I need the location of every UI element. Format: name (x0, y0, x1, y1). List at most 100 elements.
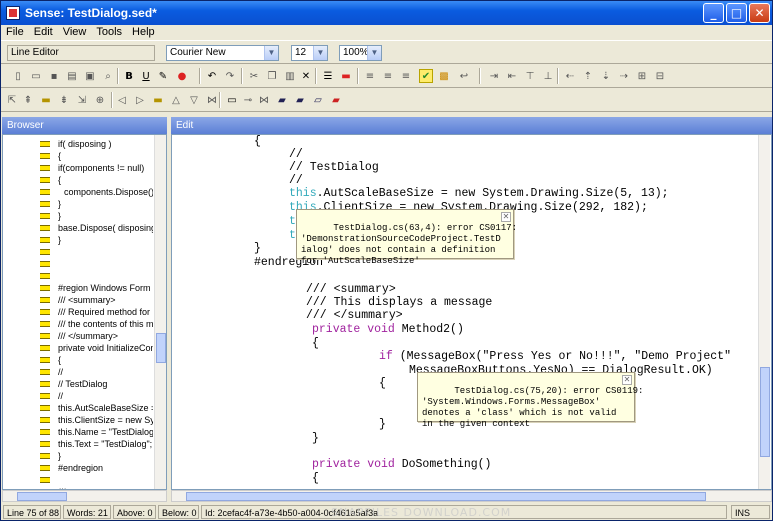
menu-file[interactable]: File (1, 25, 29, 39)
node-left-icon[interactable]: ◁ (115, 93, 129, 107)
font-size-select[interactable]: 12 ▼ (291, 45, 328, 61)
editor-mode-field[interactable]: Line Editor (7, 45, 155, 61)
check-icon[interactable]: ✔ (419, 69, 433, 83)
tree-item[interactable]: } (3, 210, 153, 222)
remove-icon[interactable]: ▰ (329, 93, 343, 107)
node-next-icon[interactable]: ⇟ (57, 93, 71, 107)
tree-item[interactable]: /// <summary> (3, 294, 153, 306)
tree-item[interactable]: this.Text = "TestDialog"; (3, 438, 153, 450)
close-icon[interactable]: ✕ (501, 212, 511, 222)
tree-item[interactable]: } (3, 450, 153, 462)
list-icon[interactable]: ☰ (321, 69, 335, 83)
title-bar[interactable]: Sense: TestDialog.sed* _ □ ✕ (1, 1, 772, 25)
new-file-icon[interactable]: ▯ (11, 69, 25, 83)
find-icon[interactable]: ⌕ (101, 69, 115, 83)
align-left-icon[interactable]: ≡ (363, 69, 377, 83)
paste-icon[interactable]: ▥ (283, 69, 297, 83)
bold-icon[interactable]: B (122, 69, 136, 83)
editor-vertical-scrollbar[interactable] (758, 135, 770, 489)
tree-item[interactable]: base.Dispose( disposing ); (3, 222, 153, 234)
open-file-icon[interactable]: ▭ (29, 69, 43, 83)
collapse-icon[interactable]: ⊟ (653, 69, 667, 83)
node-prev-icon[interactable]: ⇞ (21, 93, 35, 107)
node-up-icon[interactable]: △ (169, 93, 183, 107)
node-right-icon[interactable]: ▷ (133, 93, 147, 107)
node-insert-icon[interactable]: ⊕ (93, 93, 107, 107)
highlight-icon[interactable]: ▬ (339, 69, 353, 83)
align-right-icon[interactable]: ≡ (399, 69, 413, 83)
tree-item[interactable]: this.Name = "TestDialog"; (3, 426, 153, 438)
tree-item[interactable]: this.AutScaleBaseSize = ne (3, 402, 153, 414)
print-icon[interactable]: ▤ (65, 69, 79, 83)
tree-item[interactable]: { (3, 354, 153, 366)
strikethrough-icon[interactable]: ✎ (156, 69, 170, 83)
wrap-icon[interactable]: ↩ (457, 69, 471, 83)
tree-item[interactable]: /// the contents of this met (3, 318, 153, 330)
underline-icon[interactable]: U (139, 69, 153, 83)
delete-icon[interactable]: ✕ (299, 69, 313, 83)
export-icon[interactable]: ▰ (275, 93, 289, 107)
tree-item[interactable]: } (3, 198, 153, 210)
browser-panel[interactable]: if( disposing ){if(components != null){c… (2, 134, 167, 490)
close-button[interactable]: ✕ (749, 3, 770, 23)
tree-item[interactable]: // (3, 390, 153, 402)
browser-vertical-scrollbar[interactable] (154, 135, 166, 489)
tree-item[interactable]: { (3, 174, 153, 186)
maximize-button[interactable]: □ (726, 3, 747, 23)
browser-horizontal-scrollbar[interactable] (2, 490, 167, 502)
tree-item[interactable]: #endregion (3, 462, 153, 474)
tree-item[interactable] (3, 474, 153, 486)
copy-icon[interactable]: ❐ (265, 69, 279, 83)
tree-item[interactable]: components.Dispose(); (3, 186, 153, 198)
import-icon[interactable]: ▰ (293, 93, 307, 107)
tree-item[interactable]: /// </summary> (3, 330, 153, 342)
code-editor[interactable]: { // // TestDialog // this.AutScaleBaseS… (171, 134, 772, 490)
outdent-icon[interactable]: ⇤ (505, 69, 519, 83)
chevron-down-icon[interactable]: ▼ (264, 46, 278, 60)
scroll-thumb[interactable] (156, 333, 166, 363)
scroll-thumb[interactable] (17, 492, 67, 501)
move-down-icon[interactable]: ⇣ (599, 69, 613, 83)
tree-item[interactable]: if(components != null) (3, 162, 153, 174)
tree-item[interactable]: { (3, 150, 153, 162)
scroll-thumb[interactable] (760, 367, 770, 457)
move-right-icon[interactable]: ⇢ (617, 69, 631, 83)
align-center-icon[interactable]: ≡ (381, 69, 395, 83)
zoom-select[interactable]: 100% ▼ (339, 45, 382, 61)
tree-item[interactable]: } (3, 234, 153, 246)
print-preview-icon[interactable]: ▣ (83, 69, 97, 83)
node-marker-icon[interactable]: ▬ (39, 93, 53, 107)
close-icon[interactable]: ✕ (622, 375, 632, 385)
link-icon[interactable]: ⊸ (241, 93, 255, 107)
node-highlight-icon[interactable]: ▬ (151, 93, 165, 107)
cut-icon[interactable]: ✂ (247, 69, 261, 83)
scroll-thumb[interactable] (186, 492, 706, 501)
spellcheck-icon[interactable]: ▩ (437, 69, 451, 83)
move-left-icon[interactable]: ⇠ (563, 69, 577, 83)
chevron-down-icon[interactable]: ▼ (313, 46, 327, 60)
tree-item[interactable]: this.ClientSize = new Syste (3, 414, 153, 426)
box-icon[interactable]: ▭ (225, 93, 239, 107)
menu-tools[interactable]: Tools (91, 25, 127, 39)
minimize-button[interactable]: _ (703, 3, 724, 23)
tree-item[interactable] (3, 270, 153, 282)
chevron-down-icon[interactable]: ▼ (367, 46, 381, 60)
node-down-icon[interactable]: ▽ (187, 93, 201, 107)
tree-item[interactable] (3, 258, 153, 270)
node-last-icon[interactable]: ⇲ (75, 93, 89, 107)
expand-icon[interactable]: ⊞ (635, 69, 649, 83)
tree-item[interactable]: /// Required method for De (3, 306, 153, 318)
redo-icon[interactable]: ↷ (223, 69, 237, 83)
menu-edit[interactable]: Edit (29, 25, 58, 39)
save-icon[interactable]: ▪ (47, 69, 61, 83)
node-first-icon[interactable]: ⇱ (5, 93, 19, 107)
tree-item[interactable]: // (3, 366, 153, 378)
block-down-icon[interactable]: ⊥ (541, 69, 555, 83)
node-split-icon[interactable]: ⋈ (205, 93, 219, 107)
block-up-icon[interactable]: ⊤ (523, 69, 537, 83)
tree-item[interactable] (3, 246, 153, 258)
move-up-icon[interactable]: ⇡ (581, 69, 595, 83)
tree-item[interactable]: // TestDialog (3, 378, 153, 390)
menu-help[interactable]: Help (127, 25, 160, 39)
font-select[interactable]: Courier New ▼ (166, 45, 279, 61)
